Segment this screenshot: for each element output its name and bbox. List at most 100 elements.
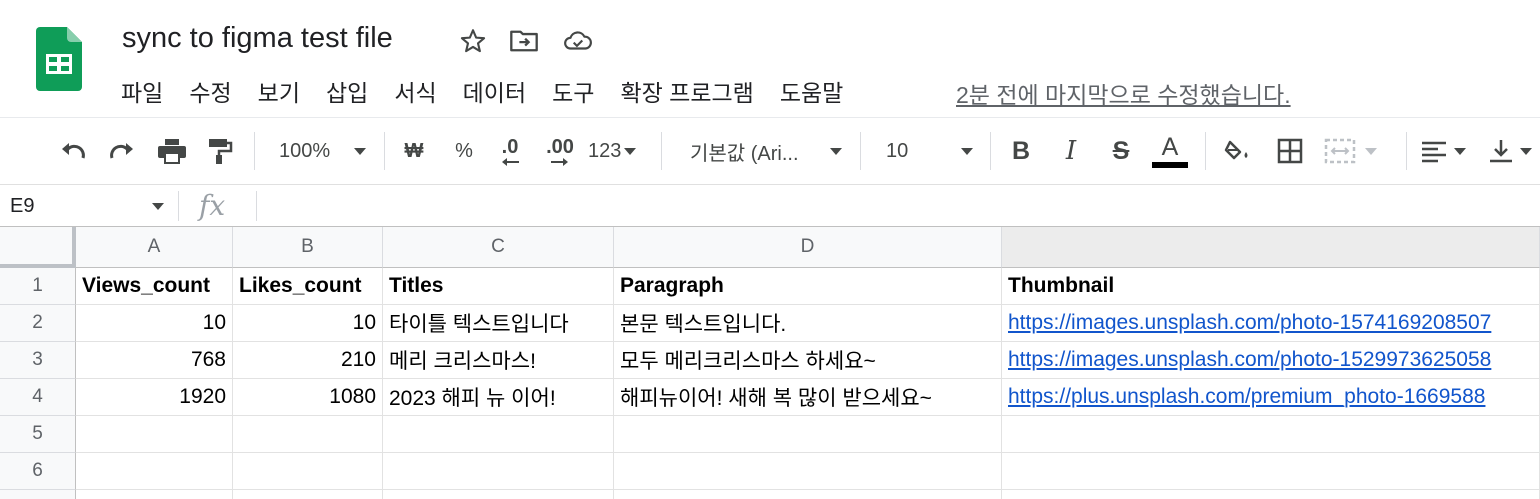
row-header-2[interactable]: 2 <box>0 305 76 342</box>
move-to-folder-icon[interactable] <box>509 26 539 56</box>
strikethrough-button[interactable]: S <box>1104 132 1138 170</box>
undo-icon[interactable] <box>55 132 91 170</box>
vertical-align-select[interactable] <box>1488 132 1540 170</box>
row-header-6[interactable]: 6 <box>0 453 76 490</box>
cell-e6[interactable] <box>1002 453 1540 490</box>
cell-d1[interactable]: Paragraph <box>614 268 1002 305</box>
chevron-down-icon <box>1454 147 1466 155</box>
menu-format[interactable]: 서식 <box>385 74 445 108</box>
text-color-swatch <box>1152 162 1188 168</box>
percent-format-button[interactable]: % <box>448 132 480 170</box>
cell-c6[interactable] <box>383 453 614 490</box>
cell-a2[interactable]: 10 <box>76 305 233 342</box>
spreadsheet-grid: A B C D 1 2 3 4 5 6 Views_count Likes_co… <box>0 227 1540 499</box>
cell-c4[interactable]: 2023 해피 뉴 이어! <box>383 379 614 416</box>
menu-extensions[interactable]: 확장 프로그램 <box>611 74 762 108</box>
formula-bar: E9 fx <box>0 184 1540 227</box>
cloud-status-icon[interactable] <box>563 26 593 56</box>
merge-cells-icon <box>1324 138 1356 164</box>
cell-e7[interactable] <box>1002 490 1540 499</box>
increase-decimal-button[interactable]: .00 <box>540 132 580 170</box>
column-header-c[interactable]: C <box>383 227 614 268</box>
cell-d4[interactable]: 해피뉴이어! 새해 복 많이 받으세요~ <box>614 379 1002 416</box>
row-header-7[interactable] <box>0 490 76 499</box>
column-header-a[interactable]: A <box>76 227 233 268</box>
column-header-b[interactable]: B <box>233 227 383 268</box>
font-family-select[interactable]: 기본값 (Ari... <box>676 132 852 170</box>
column-header-d[interactable]: D <box>614 227 1002 268</box>
align-left-icon <box>1422 141 1446 163</box>
sheets-logo-icon[interactable] <box>36 27 82 91</box>
row-header-3[interactable]: 3 <box>0 342 76 379</box>
merge-cells-select[interactable] <box>1324 132 1390 170</box>
cell-b1[interactable]: Likes_count <box>233 268 383 305</box>
cell-d7[interactable] <box>614 490 1002 499</box>
cell-b2[interactable]: 10 <box>233 305 383 342</box>
star-icon[interactable] <box>458 26 488 56</box>
row-header-1[interactable]: 1 <box>0 268 76 305</box>
menu-insert[interactable]: 삽입 <box>317 74 377 108</box>
cell-b4[interactable]: 1080 <box>233 379 383 416</box>
cell-a4[interactable]: 1920 <box>76 379 233 416</box>
cell-e3-link[interactable]: https://images.unsplash.com/photo-152997… <box>1002 342 1540 379</box>
cell-c5[interactable] <box>383 416 614 453</box>
select-all-corner[interactable] <box>0 227 76 268</box>
menu-data[interactable]: 데이터 <box>454 74 535 108</box>
chevron-down-icon[interactable] <box>152 203 164 210</box>
cell-c2[interactable]: 타이틀 텍스트입니다 <box>383 305 614 342</box>
font-size-select[interactable]: 10 <box>872 132 980 170</box>
borders-icon[interactable] <box>1272 132 1308 170</box>
menu-tools[interactable]: 도구 <box>543 74 603 108</box>
row-header-4[interactable]: 4 <box>0 379 76 416</box>
formula-input[interactable] <box>268 185 1540 227</box>
text-color-button[interactable]: A <box>1150 132 1190 170</box>
cell-b6[interactable] <box>233 453 383 490</box>
cell-e4-link[interactable]: https://plus.unsplash.com/premium_photo-… <box>1002 379 1540 416</box>
cell-e5[interactable] <box>1002 416 1540 453</box>
cell-a1[interactable]: Views_count <box>76 268 233 305</box>
cell-d2[interactable]: 본문 텍스트입니다. <box>614 305 1002 342</box>
cell-d3[interactable]: 모두 메리크리스마스 하세요~ <box>614 342 1002 379</box>
cell-d5[interactable] <box>614 416 1002 453</box>
arrow-left-icon <box>502 158 519 166</box>
cell-e2-link[interactable]: https://images.unsplash.com/photo-157416… <box>1002 305 1540 342</box>
cell-c1[interactable]: Titles <box>383 268 614 305</box>
chevron-down-icon <box>354 148 366 155</box>
chevron-down-icon <box>1365 147 1377 155</box>
horizontal-align-select[interactable] <box>1420 132 1476 170</box>
decrease-decimal-button[interactable]: .0 <box>492 132 528 170</box>
paint-format-icon[interactable] <box>203 132 237 170</box>
name-box[interactable]: E9 <box>0 185 176 227</box>
row-header-5[interactable]: 5 <box>0 416 76 453</box>
last-edit-link[interactable]: 2분 전에 마지막으로 수정했습니다. <box>956 76 1291 110</box>
column-header-e[interactable] <box>1002 227 1540 268</box>
cell-d6[interactable] <box>614 453 1002 490</box>
currency-format-button[interactable]: ₩ <box>398 132 430 170</box>
menu-help[interactable]: 도움말 <box>771 74 852 108</box>
cell-a6[interactable] <box>76 453 233 490</box>
chevron-down-icon <box>961 148 973 155</box>
fx-icon: fx <box>199 189 226 222</box>
more-formats-select[interactable]: 123 <box>588 132 650 170</box>
document-title[interactable]: sync to figma test file <box>122 22 393 55</box>
cell-c7[interactable] <box>383 490 614 499</box>
cell-a7[interactable] <box>76 490 233 499</box>
cell-b5[interactable] <box>233 416 383 453</box>
menu-view[interactable]: 보기 <box>249 74 309 108</box>
menu-edit[interactable]: 수정 <box>180 74 240 108</box>
redo-icon[interactable] <box>104 132 140 170</box>
cell-a3[interactable]: 768 <box>76 342 233 379</box>
cell-a5[interactable] <box>76 416 233 453</box>
cell-c3[interactable]: 메리 크리스마스! <box>383 342 614 379</box>
cell-e1[interactable]: Thumbnail <box>1002 268 1540 305</box>
cell-b7[interactable] <box>233 490 383 499</box>
cell-b3[interactable]: 210 <box>233 342 383 379</box>
chevron-down-icon <box>830 148 842 155</box>
print-icon[interactable] <box>154 132 190 170</box>
bold-button[interactable]: B <box>1004 132 1038 170</box>
menu-bar: 파일 수정 보기 삽입 서식 데이터 도구 확장 프로그램 도움말 <box>112 74 860 108</box>
fill-color-icon[interactable] <box>1220 132 1256 170</box>
zoom-select[interactable]: 100% <box>266 132 376 170</box>
menu-file[interactable]: 파일 <box>112 74 172 108</box>
italic-button[interactable]: I <box>1054 132 1088 170</box>
